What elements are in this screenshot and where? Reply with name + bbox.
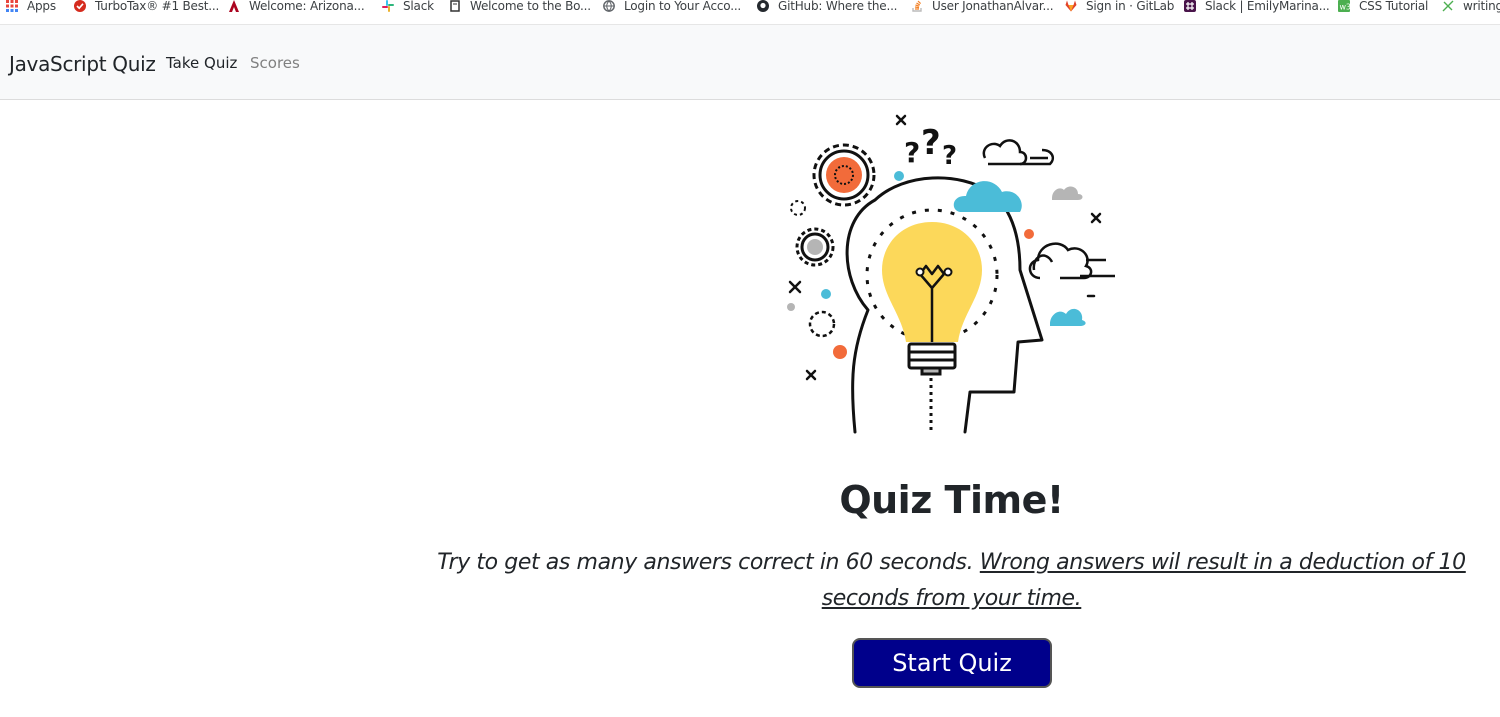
svg-text:?: ?: [904, 136, 920, 169]
slack-icon: [382, 0, 394, 12]
apps-grid-icon: [6, 0, 18, 12]
bookmark-arizona[interactable]: Welcome: Arizona...: [228, 0, 365, 14]
bookmark-label: GitHub: Where the...: [778, 0, 898, 13]
turbotax-icon: [74, 0, 86, 12]
writing-icon: [1442, 0, 1454, 12]
bookmark-slack-workspace[interactable]: Slack | EmilyMarina...: [1184, 0, 1330, 14]
bookmark-login[interactable]: Login to Your Acco...: [603, 0, 741, 14]
slack-workspace-icon: [1184, 0, 1196, 12]
bookmark-slack[interactable]: Slack: [382, 0, 434, 14]
quiz-instructions: Try to get as many answers correct in 60…: [437, 550, 974, 575]
bookmark-stackoverflow[interactable]: User JonathanAlvar...: [911, 0, 1054, 14]
start-quiz-button[interactable]: Start Quiz: [852, 638, 1052, 688]
bookmark-label: writing: [1463, 0, 1500, 13]
github-icon: [757, 0, 769, 12]
arizona-icon: [228, 0, 240, 12]
bookmark-bootcamp[interactable]: Welcome to the Bo...: [449, 0, 591, 14]
svg-text:?: ?: [942, 141, 957, 171]
svg-text:?: ?: [921, 123, 941, 163]
book-icon: [449, 0, 461, 12]
navbar: JavaScript Quiz Take Quiz Scores: [0, 24, 1500, 100]
bookmark-label: Sign in · GitLab: [1086, 0, 1175, 13]
bookmark-label: Slack: [403, 0, 434, 13]
bookmark-label: Slack | EmilyMarina...: [1205, 0, 1330, 13]
svg-text:w3: w3: [1340, 3, 1351, 12]
bookmark-gitlab[interactable]: Sign in · GitLab: [1065, 0, 1174, 14]
quiz-description: Try to get as many answers correct in 60…: [403, 545, 1500, 617]
bookmark-github[interactable]: GitHub: Where the...: [757, 0, 898, 14]
page-title: Quiz Time!: [839, 478, 1064, 522]
bookmark-label: CSS Tutorial: [1359, 0, 1429, 13]
bookmark-label: Apps: [27, 0, 56, 13]
bookmark-turbotax[interactable]: TurboTax® #1 Best...: [74, 0, 219, 14]
bookmark-css-tutorial[interactable]: w3 CSS Tutorial: [1338, 0, 1428, 14]
lightbulb-head-icon: ? ? ?: [780, 110, 1125, 440]
bookmarks-bar: Apps TurboTax® #1 Best... Welcome: Arizo…: [0, 0, 1500, 14]
globe-icon: [603, 0, 615, 12]
w3schools-icon: w3: [1338, 0, 1350, 12]
navbar-brand[interactable]: JavaScript Quiz: [9, 52, 156, 76]
bookmark-label: Welcome: Arizona...: [249, 0, 365, 13]
nav-take-quiz[interactable]: Take Quiz: [166, 54, 237, 72]
bookmark-label: TurboTax® #1 Best...: [95, 0, 220, 13]
bookmark-label: Login to Your Acco...: [624, 0, 742, 13]
bookmark-label: Welcome to the Bo...: [470, 0, 591, 13]
nav-scores[interactable]: Scores: [250, 54, 300, 72]
bookmark-writing[interactable]: writing: [1442, 0, 1500, 14]
bookmark-label: User JonathanAlvar...: [932, 0, 1054, 13]
gitlab-icon: [1065, 0, 1077, 12]
bookmark-apps[interactable]: Apps: [6, 0, 56, 14]
stackoverflow-icon: [911, 0, 923, 12]
